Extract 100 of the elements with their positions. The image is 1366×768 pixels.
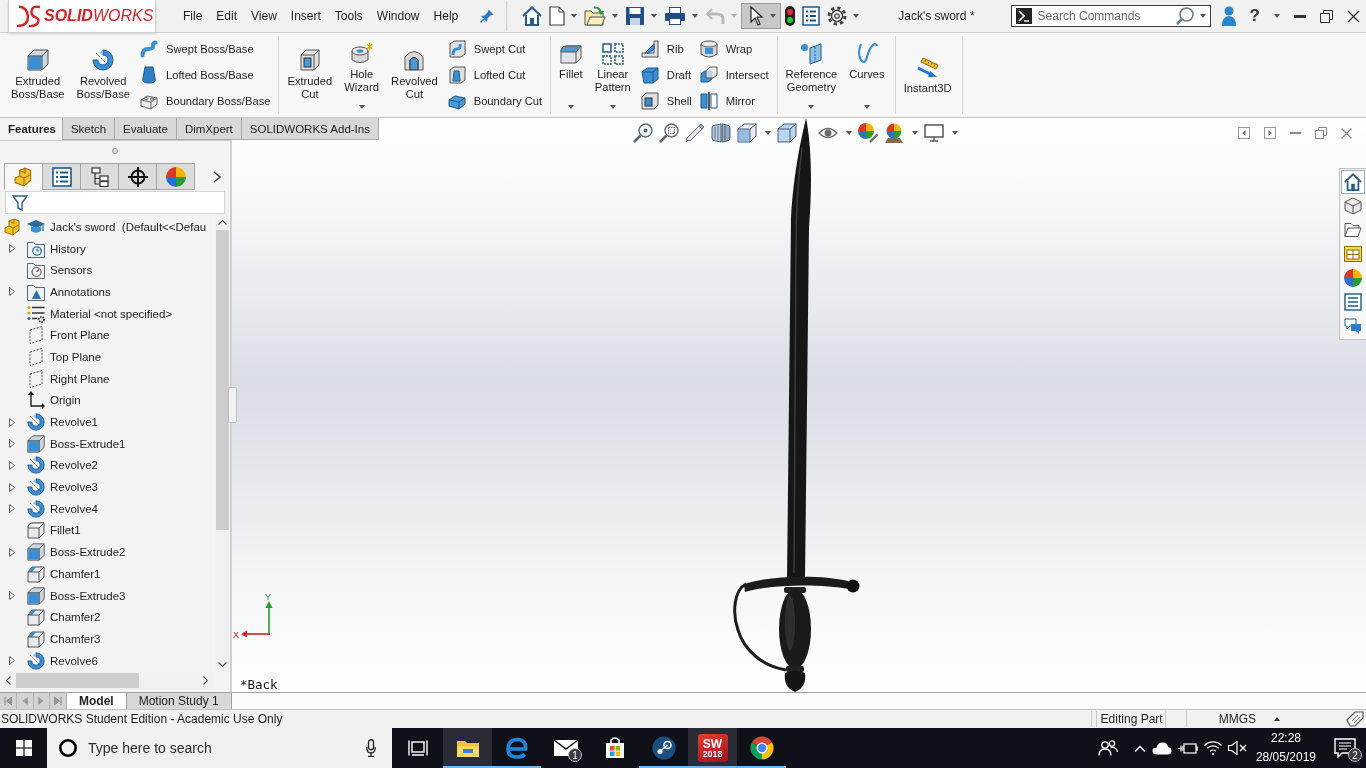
tree-item[interactable]: Sensors	[0, 259, 93, 282]
search-box[interactable]: Search Commands	[1010, 5, 1211, 27]
command-button[interactable]: Extruded Boss/Base	[9, 36, 67, 114]
caret-down-icon	[853, 14, 860, 18]
command-tab[interactable]: SOLIDWORKS Add-Ins	[240, 118, 379, 140]
tree-item[interactable]: Revolve3	[0, 476, 98, 498]
command-button[interactable]: Lofted Boss/Base	[139, 63, 271, 87]
tree-item[interactable]: History	[0, 237, 86, 260]
tree-item[interactable]: Revolve2	[0, 454, 98, 477]
tree-item[interactable]: Revolve4	[0, 497, 98, 520]
tree-item[interactable]: Chamfer1	[0, 563, 101, 585]
search-field[interactable]: Search Commands	[1037, 9, 1170, 23]
filter-field[interactable]	[5, 191, 225, 214]
command-button[interactable]: Curves	[847, 36, 887, 114]
zoom-to-fit-button[interactable]	[631, 122, 655, 144]
command-button[interactable]: Instant3D	[901, 36, 954, 114]
command-button[interactable]: Hole Wizard	[342, 36, 382, 114]
command-button[interactable]: Swept Boss/Base	[139, 37, 271, 61]
command-tab[interactable]: Evaluate	[114, 118, 177, 140]
mail-button[interactable]: 1	[541, 728, 590, 768]
tree-item[interactable]: Chamfer3	[0, 628, 101, 650]
tree-item[interactable]: Boss-Extrude3	[0, 584, 126, 607]
command-button[interactable]: Lofted Cut	[447, 63, 543, 87]
menu-item[interactable]: Insert	[283, 4, 328, 28]
command-tab[interactable]: Features	[0, 118, 63, 140]
properties-tab[interactable]	[1341, 290, 1365, 314]
tree-item[interactable]: Chamfer2	[0, 606, 101, 629]
appearances-tab[interactable]	[1341, 266, 1365, 290]
menu-item[interactable]: Edit	[209, 4, 245, 28]
units-button[interactable]: MMGS	[1218, 712, 1280, 726]
menu-item[interactable]: File	[176, 4, 210, 28]
tile-left-button[interactable]	[1238, 127, 1250, 139]
command-button[interactable]: Extruded Cut	[285, 36, 335, 114]
command-button[interactable]: Draft	[640, 63, 692, 87]
tree-item[interactable]: Front Plane	[0, 324, 110, 347]
tree-item[interactable]: Right Plane	[0, 367, 110, 390]
tree-item[interactable]: Boss-Extrude1	[0, 432, 126, 455]
quick-tips-button[interactable]	[1346, 711, 1364, 727]
menu-item[interactable]: Help	[426, 4, 466, 28]
color-ball-icon	[1344, 269, 1362, 287]
command-button[interactable]: Swept Cut	[447, 37, 543, 61]
help-button[interactable]: ?	[1249, 6, 1280, 26]
taskbar-search-box[interactable]: Type here to search	[47, 728, 392, 768]
panel-tab[interactable]	[118, 163, 157, 190]
tree-item[interactable]: Boss-Extrude2	[0, 541, 126, 563]
command-button[interactable]: Boundary Cut	[447, 89, 543, 113]
command-tab[interactable]: Sketch	[61, 118, 116, 140]
select-button[interactable]	[741, 3, 782, 29]
chevron-right-icon	[213, 170, 221, 183]
tree-item[interactable]: Origin	[0, 389, 81, 412]
command-button[interactable]: Mirror	[699, 89, 769, 113]
tile-right-button[interactable]	[1264, 127, 1276, 139]
home-tab[interactable]	[1341, 170, 1365, 194]
command-button[interactable]: Boundary Boss/Base	[139, 89, 271, 113]
command-button[interactable]: Intersect	[699, 63, 769, 87]
tree-item[interactable]: Revolve6	[0, 649, 98, 672]
command-button[interactable]: Wrap	[699, 37, 769, 61]
menu-item[interactable]: Tools	[327, 4, 370, 28]
tree-item[interactable]: Top Plane	[0, 346, 102, 368]
command-button[interactable]: Shell	[640, 89, 692, 113]
menu-item[interactable]: View	[244, 4, 284, 28]
previous-view-button[interactable]	[683, 122, 707, 144]
account-button[interactable]	[1221, 6, 1236, 26]
panel-grip[interactable]	[112, 147, 118, 154]
view-settings-button[interactable]	[922, 122, 960, 144]
scrollbar-thumb[interactable]	[16, 673, 139, 688]
apply-scene-button[interactable]	[882, 122, 920, 144]
clock-button[interactable]: 22:28 28/05/2019	[1249, 729, 1322, 767]
edit-appearance-button[interactable]	[856, 122, 880, 144]
undo-arrow-icon	[705, 7, 726, 25]
model-tab[interactable]: Model	[67, 693, 127, 709]
cad-app-button[interactable]: SW 2018	[688, 728, 737, 768]
command-button[interactable]: Linear Pattern	[592, 36, 633, 114]
tree-item[interactable]: Jack's sword (Default<<Defau	[0, 216, 207, 238]
model-tab[interactable]: Motion Study 1	[126, 693, 232, 709]
tree-item[interactable]: Revolve1	[0, 411, 98, 433]
filter-icon	[12, 194, 28, 211]
command-button[interactable]: Fillet	[557, 36, 585, 114]
command-tab[interactable]: DimXpert	[175, 118, 242, 140]
tree-item[interactable]: Fillet1	[0, 519, 81, 542]
command-button[interactable]: Revolved Cut	[389, 36, 440, 114]
file-explorer-button[interactable]	[443, 728, 492, 768]
action-center-button[interactable]: 2	[1322, 728, 1366, 768]
menu-item[interactable]: Window	[369, 4, 427, 28]
rounded-block-icon	[27, 521, 45, 540]
command-button[interactable]: Reference Geometry	[783, 36, 840, 114]
view-orientation-button[interactable]	[735, 122, 773, 144]
pin-button[interactable]	[480, 9, 495, 23]
splitter-handle[interactable]	[228, 387, 237, 423]
panel-tab[interactable]	[42, 163, 81, 190]
display-style-button[interactable]	[775, 122, 799, 144]
tree-item[interactable]: Annotations	[0, 281, 111, 303]
command-button[interactable]: Revolved Boss/Base	[74, 36, 132, 114]
taskbar-search-field[interactable]: Type here to search	[88, 740, 355, 756]
command-button[interactable]: Rib	[640, 37, 692, 61]
section-view-button[interactable]	[709, 122, 733, 144]
tree-item[interactable]: Material <not specified>	[0, 302, 173, 325]
zoom-area-button[interactable]	[657, 122, 681, 144]
scrollbar-thumb[interactable]	[216, 230, 229, 530]
panel-tab[interactable]	[80, 163, 119, 190]
